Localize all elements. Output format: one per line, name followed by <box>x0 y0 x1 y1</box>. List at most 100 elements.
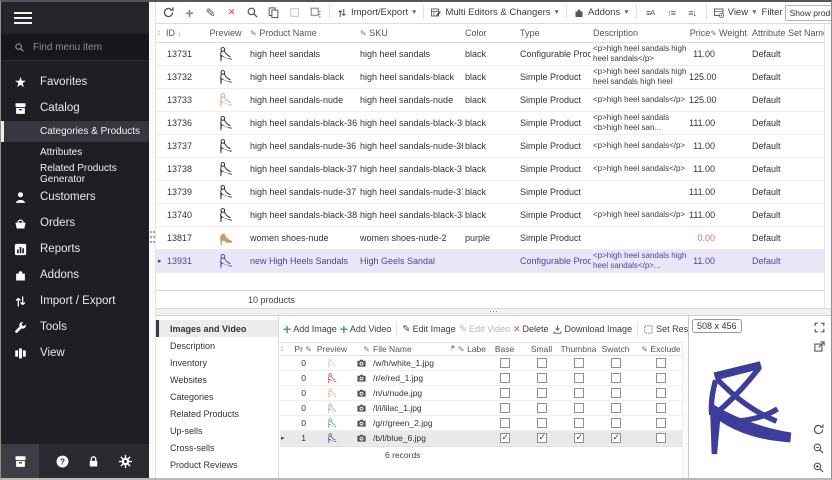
product-row[interactable]: 13817 women shoes-nude women shoes-nude-… <box>156 227 824 250</box>
cell-thumbnail[interactable] <box>560 388 597 398</box>
cell-base[interactable] <box>486 388 523 398</box>
product-row[interactable]: ▸ 13931 new High Heels Sandals High Geel… <box>156 250 824 273</box>
cell-swatch[interactable] <box>597 388 634 398</box>
column-header-file-name[interactable]: File Name <box>370 344 450 354</box>
column-header-exclude[interactable]: ✎ Exclude <box>634 344 688 354</box>
edit-image-button[interactable]: ✎Edit Image <box>402 324 455 335</box>
column-header-price[interactable]: Price✎ <box>687 28 717 38</box>
cell-base[interactable] <box>486 433 523 443</box>
base-checkbox[interactable] <box>500 373 510 383</box>
open-external-icon[interactable] <box>813 340 826 353</box>
copy-button[interactable] <box>264 4 283 22</box>
multi-editors-menu[interactable]: Multi Editors & Changers▼ <box>428 7 562 19</box>
cell-swatch[interactable] <box>597 403 634 413</box>
exclude-checkbox[interactable] <box>656 358 666 368</box>
tab-categories[interactable]: Categories <box>156 388 278 405</box>
column-header-flag[interactable] <box>450 344 458 354</box>
cell-small[interactable] <box>523 373 560 383</box>
help-icon[interactable] <box>55 454 70 469</box>
import-export-menu[interactable]: Import/Export▼ <box>334 7 419 19</box>
cell-base[interactable] <box>486 373 523 383</box>
cell-exclude[interactable] <box>634 373 688 383</box>
sidebar-item-categories-products[interactable]: Categories & Products <box>1 121 149 142</box>
delete-image-button[interactable]: ✕Delete <box>513 324 549 335</box>
image-row[interactable]: 0 /g/r/green_2.jpg <box>280 416 688 431</box>
product-row[interactable]: 13731 high heel sandals high heel sandal… <box>156 43 824 66</box>
base-checkbox[interactable] <box>500 433 510 443</box>
cell-thumbnail[interactable] <box>560 433 597 443</box>
sidebar-item-related-products-generator[interactable]: Related Products Generator <box>1 163 149 184</box>
small-checkbox[interactable] <box>537 373 547 383</box>
exclude-checkbox[interactable] <box>656 418 666 428</box>
column-header-description[interactable]: Description <box>591 28 687 38</box>
small-checkbox[interactable] <box>537 388 547 398</box>
gear-icon[interactable] <box>118 454 133 469</box>
tab-websites[interactable]: Websites <box>156 371 278 388</box>
image-row[interactable]: 0 /n/u/nude.jpg <box>280 386 688 401</box>
sidebar-item-import-export[interactable]: Import / Export <box>1 288 149 314</box>
lock-icon[interactable] <box>86 454 101 469</box>
tab-up-sells[interactable]: Up-sells <box>156 422 278 439</box>
duplicate-button[interactable] <box>306 4 325 22</box>
product-row[interactable]: 13740 high heel sandals-black-38 high he… <box>156 204 824 227</box>
sort-by-button[interactable]: ≡A <box>641 4 660 22</box>
column-header-position[interactable]: Pr ✎ <box>288 344 312 354</box>
column-header-small[interactable]: Small <box>523 344 560 354</box>
swatch-checkbox[interactable] <box>611 433 621 443</box>
base-checkbox[interactable] <box>500 418 510 428</box>
cell-exclude[interactable] <box>634 433 688 443</box>
small-checkbox[interactable] <box>537 358 547 368</box>
column-header-product-name[interactable]: ✎ Product Name <box>248 28 358 38</box>
sidebar-item-addons[interactable]: Addons <box>1 262 149 288</box>
sidebar-item-customers[interactable]: Customers <box>1 184 149 210</box>
sidebar-item-reports[interactable]: Reports <box>1 236 149 262</box>
thumbnail-checkbox[interactable] <box>574 388 584 398</box>
column-header-preview[interactable]: Preview <box>201 28 248 38</box>
find-button[interactable] <box>243 4 262 22</box>
rotate-icon[interactable] <box>812 423 825 436</box>
thumbnail-checkbox[interactable] <box>574 358 584 368</box>
add-product-button[interactable]: + <box>180 4 199 22</box>
base-checkbox[interactable] <box>500 388 510 398</box>
refresh-button[interactable] <box>159 4 178 22</box>
add-video-button[interactable]: +Add Video <box>340 321 392 337</box>
cell-small[interactable] <box>523 403 560 413</box>
swatch-checkbox[interactable] <box>611 373 621 383</box>
tab-images-and-video[interactable]: Images and Video <box>156 320 278 337</box>
store-button[interactable] <box>1 444 39 478</box>
cell-swatch[interactable] <box>597 418 634 428</box>
cell-exclude[interactable] <box>634 388 688 398</box>
view-menu[interactable]: View▼ <box>711 7 760 19</box>
edit-video-button[interactable]: ✎Edit Video <box>459 324 510 335</box>
cell-exclude[interactable] <box>634 418 688 428</box>
thumbnail-checkbox[interactable] <box>574 433 584 443</box>
menu-search-input[interactable] <box>33 42 133 53</box>
cell-swatch[interactable] <box>597 433 634 443</box>
tab-description[interactable]: Description <box>156 337 278 354</box>
cell-small[interactable] <box>523 433 560 443</box>
image-row[interactable]: 0 /r/e/red_1.jpg <box>280 371 688 386</box>
column-header-weight[interactable]: Weight <box>717 28 748 38</box>
sidebar-item-attributes[interactable]: Attributes <box>1 142 149 163</box>
swatch-checkbox[interactable] <box>611 403 621 413</box>
download-image-button[interactable]: Download Image <box>552 324 633 335</box>
small-checkbox[interactable] <box>537 403 547 413</box>
column-header-label[interactable]: ✎ Label <box>458 344 486 354</box>
set-resize-rule-button[interactable]: Set Resize Rule <box>643 324 688 335</box>
column-header-base[interactable]: Base <box>486 344 523 354</box>
column-header-thumbnail[interactable]: Thumbna <box>560 344 597 354</box>
zoom-in-icon[interactable] <box>812 461 825 474</box>
base-checkbox[interactable] <box>500 358 510 368</box>
addons-menu[interactable]: Addons▼ <box>571 7 632 19</box>
cell-swatch[interactable] <box>597 373 634 383</box>
cell-small[interactable] <box>523 388 560 398</box>
cell-small[interactable] <box>523 418 560 428</box>
cell-thumbnail[interactable] <box>560 373 597 383</box>
small-checkbox[interactable] <box>537 418 547 428</box>
cell-base[interactable] <box>486 358 523 368</box>
exclude-checkbox[interactable] <box>656 388 666 398</box>
product-row[interactable]: 13733 high heel sandals-nude high heel s… <box>156 89 824 112</box>
base-checkbox[interactable] <box>500 403 510 413</box>
fit-screen-icon[interactable] <box>813 321 826 334</box>
column-header-color[interactable]: Color <box>463 28 518 38</box>
